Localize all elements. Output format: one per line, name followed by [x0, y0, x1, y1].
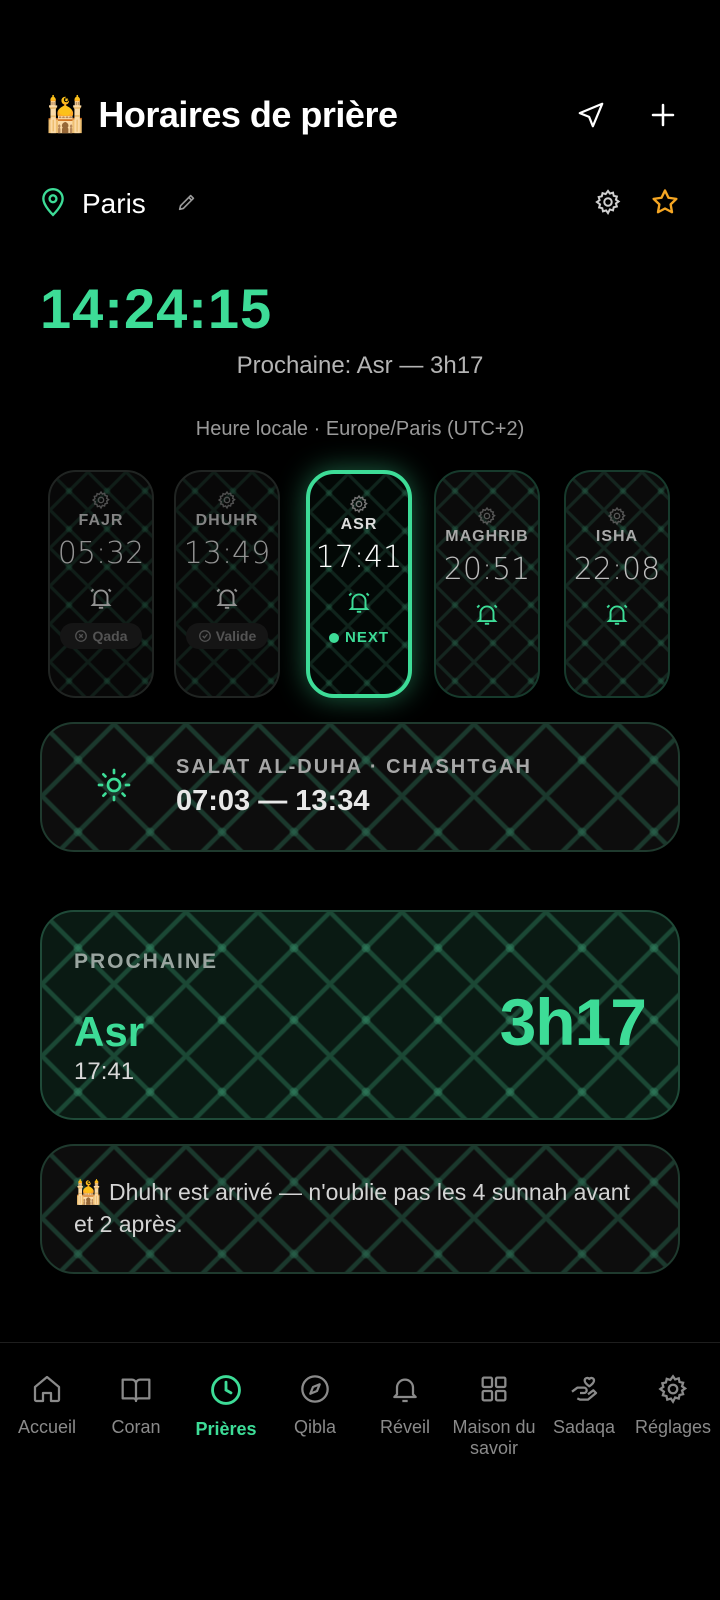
status-badge: Valide — [186, 623, 268, 649]
plus-icon[interactable] — [646, 98, 680, 132]
gear-icon[interactable] — [594, 188, 622, 221]
prayer-name: DHUHR — [195, 512, 259, 529]
page-title: Horaires de prière — [98, 94, 398, 135]
nav-label: Maison du savoir — [452, 1417, 536, 1458]
nav-item-prieres[interactable]: Prières — [181, 1373, 271, 1440]
hand-heart-icon — [571, 1376, 598, 1401]
prayer-name: ASR — [340, 516, 378, 533]
mosque-emoji: 🕌 — [44, 96, 87, 134]
check-circle-icon — [198, 630, 211, 642]
nav-item-reveil[interactable]: Réveil — [360, 1373, 450, 1438]
bell-icon[interactable] — [474, 601, 500, 627]
navigation-icon[interactable] — [574, 98, 608, 132]
prayer-name: FAJR — [78, 512, 124, 529]
bell-icon[interactable] — [214, 585, 240, 611]
pencil-icon[interactable] — [176, 191, 198, 218]
bottom-nav: Accueil Coran Prières Qibla Réveil Maiso… — [0, 1342, 720, 1600]
prayer-card-fajr[interactable]: FAJR 05:32 Qada — [48, 470, 154, 698]
prayer-time: 20:51 — [443, 552, 531, 587]
star-icon[interactable] — [650, 187, 680, 222]
next-prayer-card[interactable]: PROCHAINE Asr 17:41 3h17 — [40, 910, 680, 1120]
status-label: Valide — [215, 628, 257, 644]
prayer-time: 13:49 — [183, 536, 271, 571]
nav-label: Qibla — [293, 1417, 337, 1437]
duha-card[interactable]: SALAT AL-DUHA · CHASHTGAH 07:03 — 13:34 — [40, 722, 680, 852]
nav-label: Accueil — [17, 1417, 77, 1437]
prayer-name: MAGHRIB — [445, 528, 529, 545]
nav-item-reglages[interactable]: Réglages — [628, 1373, 718, 1438]
book-icon — [121, 1378, 151, 1403]
nav-label: Coran — [111, 1417, 161, 1437]
home-icon — [33, 1375, 61, 1403]
prayer-name: ISHA — [595, 528, 639, 545]
nav-item-maison-du-savoir[interactable]: Maison du savoir — [449, 1373, 539, 1459]
grid-icon — [481, 1376, 507, 1402]
nav-label: Prières — [195, 1419, 257, 1439]
prayer-card-maghrib[interactable]: MAGHRIB 20:51 — [434, 470, 540, 698]
clock-icon — [211, 1375, 241, 1405]
next-prayer-time: 17:41 — [74, 1058, 135, 1085]
next-prayer-name: Asr — [74, 1008, 145, 1055]
city-name: Paris — [82, 188, 146, 219]
prayer-card-dhuhr[interactable]: DHUHR 13:49 Valide — [174, 470, 280, 698]
nav-label: Sadaqa — [552, 1417, 616, 1437]
next-prayer-summary: Prochaine: Asr — 3h17 — [236, 352, 484, 379]
location-actions — [594, 187, 680, 222]
prayer-time: 05:32 — [57, 536, 145, 571]
bell-icon[interactable] — [604, 601, 630, 627]
prayer-cards: FAJR 05:32 Qada DHUHR 13:49 Valide ASR 1… — [48, 470, 672, 698]
gear-icon[interactable] — [477, 506, 497, 526]
app-header: 🕌 Horaires de prière — [44, 90, 680, 140]
bell-icon — [393, 1378, 417, 1403]
status-label: Qada — [92, 628, 128, 644]
prayer-card-asr[interactable]: ASR 17:41 NEXT — [306, 470, 412, 698]
reminder-card: 🕌 Dhuhr est arrivé — n'oublie pas les 4 … — [40, 1144, 680, 1274]
gear-icon[interactable] — [91, 490, 111, 510]
status-badge: Qada — [60, 623, 142, 649]
status-label: NEXT — [344, 629, 389, 646]
nav-item-qibla[interactable]: Qibla — [270, 1373, 360, 1438]
gear-icon — [658, 1374, 688, 1404]
gear-icon[interactable] — [349, 494, 369, 514]
prayer-card-isha[interactable]: ISHA 22:08 — [564, 470, 670, 698]
duha-range: 07:03 — 13:34 — [176, 785, 370, 817]
gear-icon[interactable] — [607, 506, 627, 526]
sun-icon — [96, 767, 132, 808]
nav-label: Réglages — [634, 1417, 712, 1437]
bell-icon[interactable] — [88, 585, 114, 611]
prayer-time: 17:41 — [315, 540, 403, 575]
next-label: PROCHAINE — [74, 950, 219, 973]
timezone-label: Heure locale · Europe/Paris (UTC+2) — [195, 418, 525, 440]
dot-icon — [328, 632, 339, 643]
next-badge: NEXT — [310, 629, 408, 646]
reminder-text: 🕌 Dhuhr est arrivé — n'oublie pas les 4 … — [74, 1179, 630, 1237]
nav-item-accueil[interactable]: Accueil — [2, 1373, 92, 1438]
map-pin-icon — [40, 187, 66, 222]
nav-item-coran[interactable]: Coran — [91, 1373, 181, 1438]
gear-icon[interactable] — [217, 490, 237, 510]
nav-label: Réveil — [379, 1417, 431, 1437]
compass-icon — [301, 1375, 329, 1403]
duha-text: SALAT AL-DUHA · CHASHTGAH 07:03 — 13:34 — [176, 756, 532, 818]
header-actions — [574, 98, 680, 132]
current-time: 14:24:15 — [40, 277, 273, 340]
location-row: Paris — [40, 182, 680, 226]
duha-label: SALAT AL-DUHA · CHASHTGAH — [176, 756, 532, 778]
close-circle-icon — [75, 630, 88, 642]
countdown: 3h17 — [499, 985, 647, 1059]
bell-icon[interactable] — [346, 589, 372, 615]
prayer-time: 22:08 — [573, 552, 661, 587]
nav-item-sadaqa[interactable]: Sadaqa — [539, 1373, 629, 1438]
